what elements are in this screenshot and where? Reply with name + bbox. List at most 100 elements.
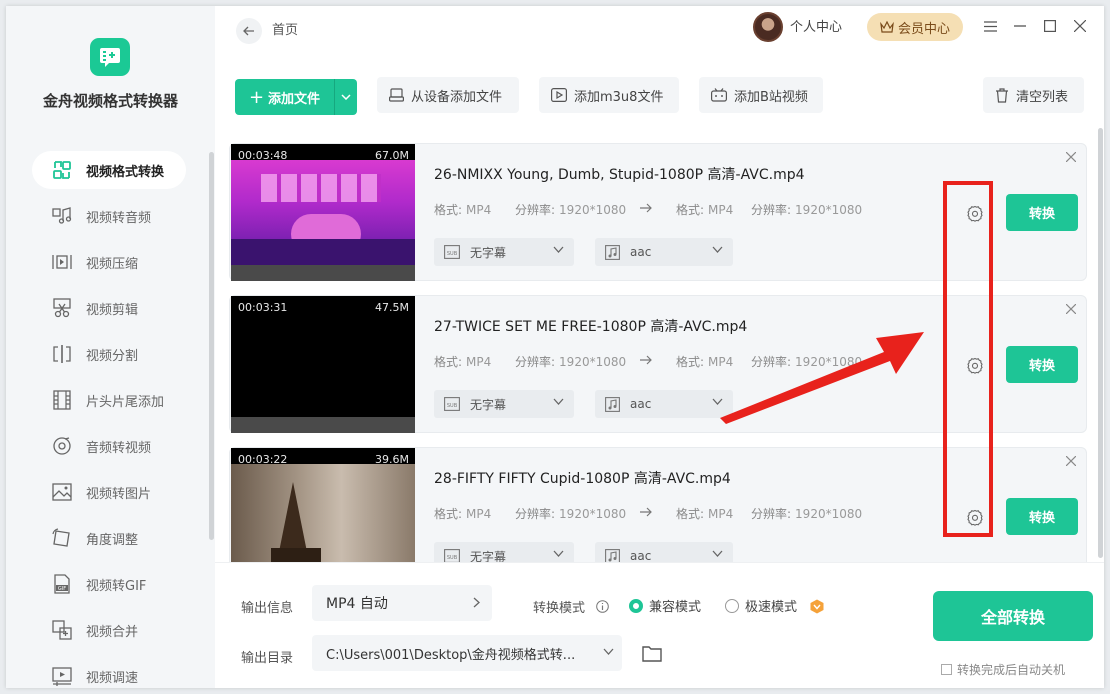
arrow-right-icon	[640, 507, 652, 517]
format-label: 格式:	[434, 355, 463, 369]
mode-compat-label: 兼容模式	[649, 600, 702, 615]
output-format-value: MP4 自动	[326, 596, 388, 612]
plus-icon: +	[248, 86, 265, 108]
remove-file-button[interactable]	[1065, 302, 1077, 318]
chevron-down-icon	[553, 398, 564, 405]
file-name: 28-FIFTY FIFTY Cupid-1080P 高清-AVC.mp4	[434, 471, 731, 487]
sidebar-nav: 视频格式转换 视频转音频视频压缩视频剪辑视频分割片头片尾添加音频转视频视频转图片角…	[32, 151, 212, 688]
sidebar-item-gif[interactable]: GIF 视频转GIF	[32, 565, 186, 603]
app-logo	[90, 38, 130, 76]
audio-value: aac	[630, 397, 652, 411]
chevron-right-icon	[473, 597, 480, 608]
output-dir-select[interactable]: C:\Users\001\Desktop\金舟视频格式转...	[312, 635, 622, 671]
mode-compat-radio[interactable]: 兼容模式	[629, 596, 701, 615]
add-bilibili-button[interactable]: 添加B站视频	[699, 77, 823, 113]
format-label: 格式:	[676, 507, 705, 521]
convert-all-button[interactable]: 全部转换	[933, 591, 1093, 641]
convert-icon	[50, 158, 74, 182]
sidebar-item-disc[interactable]: 音频转视频	[32, 427, 186, 465]
resolution-label: 分辨率:	[515, 203, 556, 217]
convert-button[interactable]: 转换	[1006, 346, 1078, 383]
sidebar-item-merge[interactable]: 视频合并	[32, 611, 186, 649]
video-duration: 00:03:31	[238, 301, 288, 314]
resolution-value: 1920*1080	[795, 507, 863, 521]
file-list-scrollbar[interactable]	[1098, 128, 1103, 558]
source-resolution: 分辨率: 1920*1080	[515, 201, 626, 218]
add-file-dropdown[interactable]	[335, 94, 357, 100]
sidebar-scrollbar[interactable]	[209, 152, 214, 540]
arrow-right-icon	[640, 203, 652, 213]
output-dir-value: C:\Users\001\Desktop\金舟视频格式转...	[326, 647, 576, 663]
chevron-down-icon	[553, 550, 564, 557]
vip-center-button[interactable]: 会员中心	[867, 13, 963, 41]
add-m3u8-button[interactable]: 添加m3u8文件	[539, 77, 679, 113]
folder-icon[interactable]	[642, 645, 662, 662]
sidebar-item-compress[interactable]: 视频压缩	[32, 243, 186, 281]
source-resolution: 分辨率: 1920*1080	[515, 505, 626, 522]
checkbox-icon	[941, 664, 952, 675]
video-thumbnail[interactable]: 00:03:48 67.0M	[231, 144, 415, 281]
clear-list-label: 清空列表	[1016, 89, 1069, 105]
mode-fast-radio[interactable]: 极速模式	[725, 596, 797, 615]
remove-file-button[interactable]	[1065, 454, 1077, 470]
vip-center-label: 会员中心	[897, 21, 950, 37]
maximize-button[interactable]	[1042, 18, 1058, 34]
convert-button[interactable]: 转换	[1006, 194, 1078, 231]
remove-file-button[interactable]	[1065, 150, 1077, 166]
sidebar-item-music[interactable]: 视频转音频	[32, 197, 186, 235]
convert-mode-label: 转换模式	[533, 601, 586, 616]
clear-list-button[interactable]: 清空列表	[983, 77, 1084, 113]
app-name: 金舟视频格式转换器	[42, 92, 178, 110]
resolution-label: 分辨率:	[515, 507, 556, 521]
sidebar-item-film[interactable]: 片头片尾添加	[32, 381, 186, 419]
close-icon	[1074, 20, 1086, 32]
user-center-link[interactable]: 个人中心	[790, 19, 842, 37]
back-button[interactable]	[236, 18, 262, 44]
close-window-button[interactable]	[1072, 18, 1088, 34]
format-value: MP4	[466, 507, 492, 521]
breadcrumb[interactable]: 首页	[272, 19, 298, 43]
maximize-icon	[1044, 20, 1056, 32]
film-icon	[50, 388, 74, 412]
sidebar-item-label: 视频调速	[86, 670, 139, 686]
auto-shutdown-checkbox[interactable]: 转换完成后自动关机	[941, 661, 1065, 678]
compress-icon	[50, 250, 74, 274]
output-format-select[interactable]: MP4 自动	[312, 585, 492, 621]
sidebar-item-label: 视频压缩	[86, 256, 139, 272]
output-info-label: 输出信息	[241, 601, 294, 616]
subtitle-select[interactable]: SUB 无字幕	[434, 390, 574, 418]
sidebar-item-image[interactable]: 视频转图片	[32, 473, 186, 511]
video-thumbnail[interactable]: 00:03:31 47.5M	[231, 296, 415, 433]
menu-button[interactable]	[982, 18, 998, 34]
subtitle-select[interactable]: SUB 无字幕	[434, 238, 574, 266]
thumbnail-bar	[231, 417, 415, 433]
image-icon	[50, 480, 74, 504]
sidebar-item-convert[interactable]: 视频格式转换	[32, 151, 186, 189]
format-label: 格式:	[434, 203, 463, 217]
sidebar-item-label: 片头片尾添加	[86, 394, 165, 410]
avatar[interactable]	[753, 12, 783, 42]
sidebar-item-split[interactable]: 视频分割	[32, 335, 186, 373]
add-file-button[interactable]: + 添加文件	[235, 79, 357, 115]
svg-text:GIF: GIF	[58, 586, 66, 592]
info-icon[interactable]	[596, 600, 609, 613]
sidebar-item-label: 视频转GIF	[86, 578, 147, 594]
format-label: 格式:	[676, 203, 705, 217]
audio-select[interactable]: aac	[595, 238, 733, 266]
chevron-down-icon	[341, 94, 351, 100]
chevron-down-icon	[553, 246, 564, 253]
convert-button[interactable]: 转换	[1006, 498, 1078, 535]
minimize-button[interactable]	[1012, 18, 1028, 34]
resolution-value: 1920*1080	[559, 203, 627, 217]
subtitle-icon: SUB	[444, 245, 460, 259]
add-from-device-button[interactable]: 从设备添加文件	[377, 77, 519, 113]
sidebar-item-speed[interactable]: 视频调速	[32, 657, 186, 688]
add-file-main[interactable]: + 添加文件	[235, 79, 334, 115]
source-format: 格式: MP4	[434, 505, 491, 522]
speed-icon	[50, 664, 74, 688]
sidebar-item-scissors[interactable]: 视频剪辑	[32, 289, 186, 327]
audio-track-icon	[605, 244, 620, 260]
sidebar-item-rotate[interactable]: 角度调整	[32, 519, 186, 557]
sidebar-item-label: 视频分割	[86, 348, 139, 364]
split-icon	[50, 342, 74, 366]
